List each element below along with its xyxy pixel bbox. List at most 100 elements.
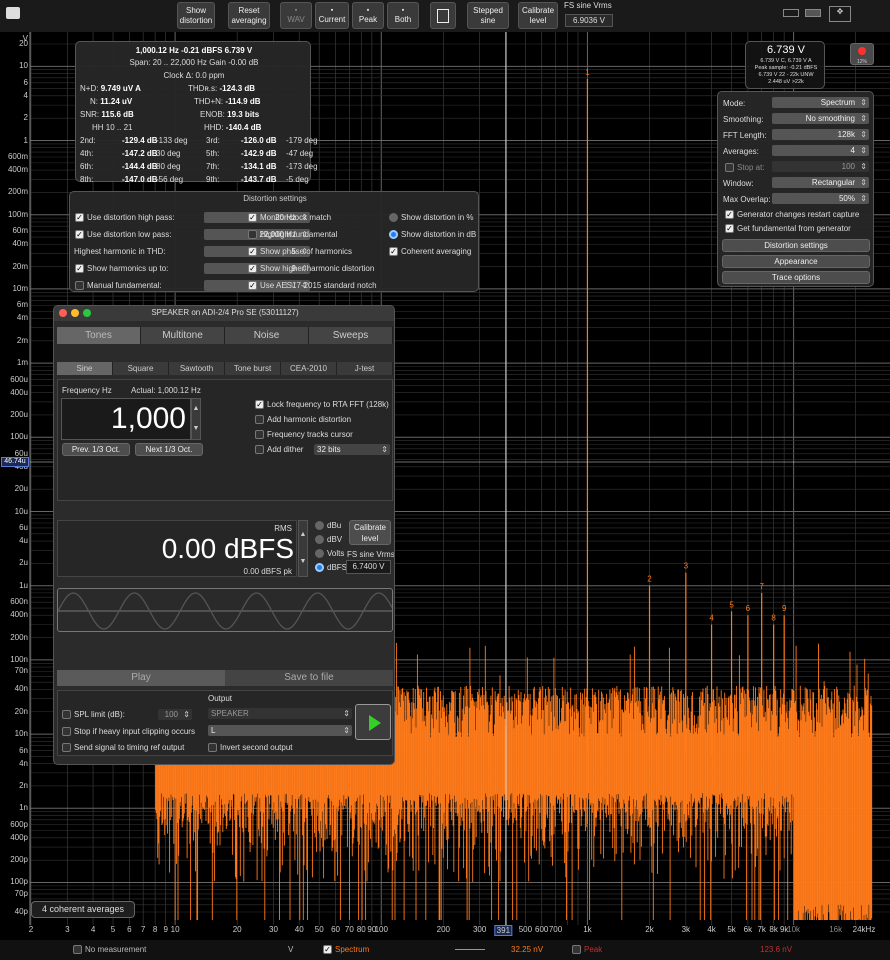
layout-button[interactable] xyxy=(783,9,799,17)
higher-harmonic-checkbox[interactable]: ✓ Show higher harmonic distortion xyxy=(248,264,374,274)
fs-sine-gen-field[interactable]: 6.7400 V xyxy=(346,560,391,574)
monitor-clock-checkbox[interactable]: ✓ Monitor clock match xyxy=(248,213,331,223)
show-distortion-button[interactable]: Show distortion xyxy=(177,2,215,29)
coherent-averaging-check-icon: ✓ xyxy=(389,247,398,257)
app-icon[interactable] xyxy=(6,7,20,19)
channel-select[interactable]: L xyxy=(208,725,352,736)
manual-fundamental-checkbox[interactable]: Manual fundamental: xyxy=(75,281,162,291)
import-button[interactable] xyxy=(430,2,456,29)
peak-checkbox[interactable]: Peak xyxy=(572,945,602,955)
harmonic-cell: -144.4 dB xyxy=(122,162,158,171)
overlap-select[interactable]: 50% xyxy=(772,193,869,204)
prev-octave-button[interactable]: Prev. 1/3 Oct. xyxy=(62,443,130,456)
no-measurement-checkbox[interactable]: No measurement xyxy=(73,945,146,955)
trace-options-button[interactable]: Trace options xyxy=(722,271,870,284)
unit-dbfs-radio[interactable]: dBFS xyxy=(315,563,347,573)
level-field[interactable]: 0.00 dBFS xyxy=(64,533,294,565)
stop-at-checkbox[interactable]: Stop at: xyxy=(725,163,765,173)
gen-fundamental-checkbox[interactable]: ✓ Get fundamental from generator xyxy=(725,224,851,234)
x-tick-label: 2 xyxy=(28,925,34,934)
level-stepper[interactable]: ▲ ▼ xyxy=(298,520,308,577)
harmonic-cell: -126.0 dB xyxy=(241,136,277,145)
highlight-fundamental-checkbox[interactable]: Highlight fundamental xyxy=(248,230,337,240)
averages-select[interactable]: 4 xyxy=(772,145,869,156)
smoothing-select[interactable]: No smoothing xyxy=(772,113,869,124)
y-tick-label: 70p xyxy=(14,888,28,898)
hh-thd-label: Highest harmonic in THD: xyxy=(74,247,166,256)
x-tick-label: 50 xyxy=(314,925,324,934)
lock-frequency-check-icon: ✓ xyxy=(255,400,264,410)
hp-checkbox[interactable]: ✓ Use distortion high pass: xyxy=(75,213,175,223)
appearance-button[interactable]: Appearance xyxy=(722,255,870,268)
subtab-cea-2010[interactable]: CEA-2010 xyxy=(281,362,337,375)
spectrum-checkbox[interactable]: ✓ Spectrum xyxy=(323,945,369,955)
dither-select[interactable]: 32 bits xyxy=(314,444,390,455)
calibrate-level-button[interactable]: Calibrate level xyxy=(518,2,558,29)
subtab-j-test[interactable]: J-test xyxy=(337,362,393,375)
unit-dbv-radio[interactable]: dBV xyxy=(315,535,342,545)
both-button[interactable]: ▪ Both xyxy=(387,2,419,29)
subtab-square[interactable]: Square xyxy=(113,362,169,375)
show-phase-checkbox[interactable]: ✓ Show phase of harmonics xyxy=(248,247,352,257)
show-harmonics-checkbox[interactable]: ✓ Show harmonics up to: xyxy=(75,264,168,274)
highlight-fundamental-check-icon xyxy=(248,230,257,240)
stop-clipping-checkbox[interactable]: Stop if heavy input clipping occurs xyxy=(62,727,195,737)
calibrate-level-gen-button[interactable]: Calibrate level xyxy=(349,520,391,545)
tracks-cursor-label: Frequency tracks cursor xyxy=(267,430,353,439)
y-tick-label: 2u xyxy=(19,558,28,568)
stepped-sine-button[interactable]: Stepped sine xyxy=(467,2,509,29)
invert-second-checkbox[interactable]: Invert second output xyxy=(208,743,293,753)
dist-percent-radio[interactable]: Show distortion in % xyxy=(389,213,473,223)
y-tick-label: 20m xyxy=(12,261,28,271)
lock-frequency-checkbox[interactable]: ✓ Lock frequency to RTA FFT (128k) xyxy=(255,400,389,410)
peak-button[interactable]: ▪ Peak xyxy=(352,2,384,29)
unit-dbu-radio[interactable]: dBu xyxy=(315,521,341,531)
start-generator-button[interactable] xyxy=(355,704,391,740)
next-octave-button[interactable]: Next 1/3 Oct. xyxy=(135,443,203,456)
mode-select[interactable]: Spectrum xyxy=(772,97,869,108)
harmonic-cell: -133 deg xyxy=(156,136,188,145)
unit-volts-radio[interactable]: Volts xyxy=(315,549,344,559)
fs-sine-field[interactable]: 6.9036 V xyxy=(565,14,613,27)
y-tick-label: 10n xyxy=(14,729,28,739)
y-tick-label: 4 xyxy=(23,90,28,100)
aes17-checkbox[interactable]: ✓ Use AES17-2015 standard notch xyxy=(248,281,377,291)
dither-checkbox[interactable]: Add dither xyxy=(255,445,303,455)
reset-averaging-button[interactable]: Reset averaging xyxy=(228,2,270,29)
frequency-stepper[interactable]: ▲ ▼ xyxy=(191,398,201,440)
window-select[interactable]: Rectangular xyxy=(772,177,869,188)
subtab-sine[interactable]: Sine xyxy=(57,362,113,375)
spl-limit-checkbox[interactable]: SPL limit (dB): xyxy=(62,710,125,720)
wav-icon: ▪ xyxy=(294,6,298,14)
nd-value: 9.749 uV A xyxy=(100,84,141,93)
output-select[interactable]: SPEAKER xyxy=(208,708,352,719)
spl-limit-select[interactable]: 100 xyxy=(158,709,192,720)
subtab-tone-burst[interactable]: Tone burst xyxy=(225,362,281,375)
current-button[interactable]: ▪ Current xyxy=(315,2,349,29)
tab-tones[interactable]: Tones xyxy=(57,327,141,344)
gen-restart-checkbox[interactable]: ✓ Generator changes restart capture xyxy=(725,210,859,220)
stop-at-select[interactable]: 100 xyxy=(772,161,869,172)
record-button[interactable]: 12% xyxy=(850,43,874,65)
wav-button[interactable]: ▪ WAV xyxy=(280,2,312,29)
harmonic-distortion-checkbox[interactable]: Add harmonic distortion xyxy=(255,415,351,425)
dist-db-radio[interactable]: Show distortion in dB xyxy=(389,230,476,240)
tracks-cursor-checkbox[interactable]: Frequency tracks cursor xyxy=(255,430,353,440)
fft-select[interactable]: 128k xyxy=(772,129,869,140)
layout-button-2[interactable] xyxy=(805,9,821,17)
send-timing-checkbox[interactable]: Send signal to timing ref output xyxy=(62,743,184,753)
tab-multitone[interactable]: Multitone xyxy=(141,327,225,344)
save-to-file-button[interactable]: Save to file xyxy=(225,670,393,686)
fullscreen-icon[interactable]: ✥ xyxy=(829,6,851,22)
frequency-field[interactable]: 1,000 xyxy=(61,398,191,440)
coherent-averaging-checkbox[interactable]: ✓ Coherent averaging xyxy=(389,247,471,257)
subtab-sawtooth[interactable]: Sawtooth xyxy=(169,362,225,375)
play-button[interactable]: Play xyxy=(57,670,225,686)
x-tick-label: 600 xyxy=(535,925,549,934)
tab-noise[interactable]: Noise xyxy=(225,327,309,344)
distortion-settings-button[interactable]: Distortion settings xyxy=(722,239,870,252)
thdn-value: -114.9 dB xyxy=(225,97,261,106)
tab-sweeps[interactable]: Sweeps xyxy=(309,327,393,344)
aes17-label: Use AES17-2015 standard notch xyxy=(260,281,377,290)
lp-checkbox[interactable]: ✓ Use distortion low pass: xyxy=(75,230,171,240)
